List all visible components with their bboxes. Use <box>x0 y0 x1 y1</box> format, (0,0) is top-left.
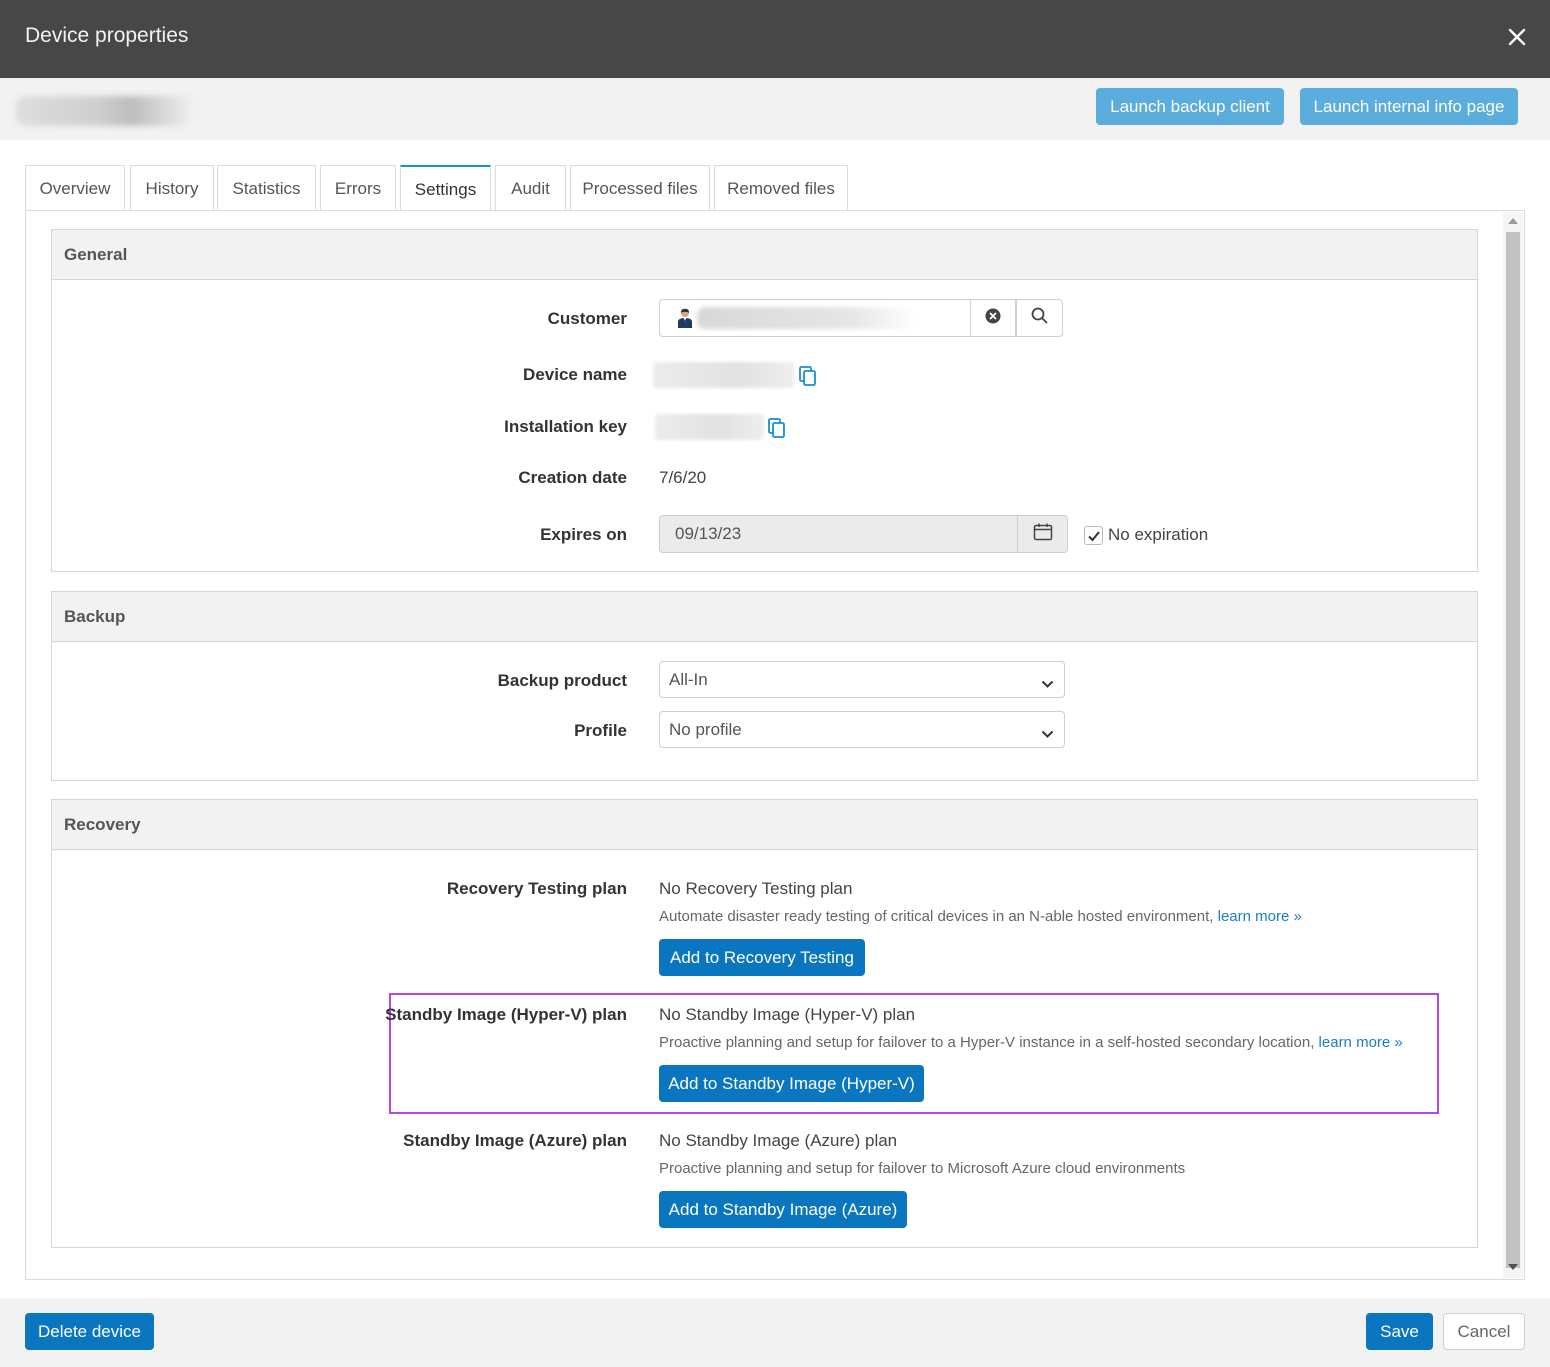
chevron-down-icon <box>1041 724 1054 744</box>
add-to-standby-azure-button[interactable]: Add to Standby Image (Azure) <box>659 1191 907 1228</box>
expires-on-input[interactable]: 09/13/23 <box>659 515 1018 553</box>
close-icon[interactable] <box>1503 23 1531 51</box>
checkmark-icon <box>1087 529 1101 548</box>
tab-settings[interactable]: Settings <box>400 165 491 212</box>
creation-date-value: 7/6/20 <box>659 468 707 487</box>
scrollbar[interactable] <box>1503 212 1523 1278</box>
tab-errors[interactable]: Errors <box>320 165 396 211</box>
cancel-button[interactable]: Cancel <box>1443 1313 1525 1350</box>
dialog-footer <box>0 1298 1550 1367</box>
scrollbar-thumb[interactable] <box>1506 232 1520 1268</box>
learn-more-link[interactable]: learn more » <box>1319 1034 1403 1051</box>
tab-removed-files[interactable]: Removed files <box>714 165 848 211</box>
launch-backup-client-button[interactable]: Launch backup client <box>1096 88 1284 125</box>
no-expiration-label: No expiration <box>1108 525 1209 544</box>
dialog-title: Device properties <box>25 24 189 47</box>
tab-processed-files[interactable]: Processed files <box>570 165 710 211</box>
title-bar: Device properties <box>0 0 1550 78</box>
recovery-testing-status: No Recovery Testing plan <box>659 879 853 898</box>
general-heading: General <box>52 230 1477 280</box>
chevron-down-icon <box>1041 674 1054 694</box>
profile-value: No profile <box>669 719 742 739</box>
azure-plan-description: Proactive planning and setup for failove… <box>659 1160 1186 1177</box>
add-to-standby-hyperv-button[interactable]: Add to Standby Image (Hyper-V) <box>659 1065 924 1102</box>
hyperv-plan-description-text: Proactive planning and setup for failove… <box>659 1034 1315 1051</box>
azure-plan-label: Standby Image (Azure) plan <box>403 1131 627 1150</box>
no-expiration-checkbox[interactable] <box>1084 526 1103 545</box>
user-icon <box>676 308 694 333</box>
installation-key-label: Installation key <box>504 417 627 436</box>
recovery-testing-description: Automate disaster ready testing of criti… <box>659 908 1302 925</box>
backup-product-value: All-In <box>669 669 708 689</box>
device-name-redacted <box>15 96 195 126</box>
recovery-testing-description-text: Automate disaster ready testing of criti… <box>659 908 1214 925</box>
tab-overview[interactable]: Overview <box>25 165 125 211</box>
search-customer-button[interactable] <box>1016 299 1063 337</box>
calendar-button[interactable] <box>1017 515 1068 553</box>
device-name-label: Device name <box>523 365 627 384</box>
copy-icon[interactable] <box>798 365 818 387</box>
tab-history[interactable]: History <box>130 165 214 211</box>
hyperv-plan-description: Proactive planning and setup for failove… <box>659 1034 1403 1051</box>
tab-statistics[interactable]: Statistics <box>217 165 316 211</box>
hyperv-plan-status: No Standby Image (Hyper-V) plan <box>659 1005 916 1024</box>
clear-icon <box>985 308 1001 329</box>
add-to-recovery-testing-button[interactable]: Add to Recovery Testing <box>659 939 865 976</box>
calendar-icon <box>1033 523 1053 546</box>
hyperv-plan-label: Standby Image (Hyper-V) plan <box>385 1005 627 1024</box>
save-button[interactable]: Save <box>1366 1313 1433 1350</box>
launch-internal-info-button[interactable]: Launch internal info page <box>1300 88 1518 125</box>
installation-key-value-redacted <box>655 414 764 440</box>
scroll-down-icon[interactable] <box>1508 1264 1518 1270</box>
expires-on-label: Expires on <box>540 525 627 544</box>
backup-product-select[interactable]: All-In <box>659 661 1065 698</box>
scroll-up-icon[interactable] <box>1508 218 1518 224</box>
azure-plan-status: No Standby Image (Azure) plan <box>659 1131 898 1150</box>
search-icon <box>1031 307 1048 329</box>
backup-product-label: Backup product <box>497 671 627 690</box>
copy-icon[interactable] <box>767 417 787 439</box>
customer-name-redacted <box>697 307 917 329</box>
delete-device-button[interactable]: Delete device <box>25 1313 154 1350</box>
recovery-testing-label: Recovery Testing plan <box>446 879 627 898</box>
creation-date-label: Creation date <box>518 468 627 487</box>
learn-more-link[interactable]: learn more » <box>1218 908 1302 925</box>
device-name-value-redacted <box>653 362 794 388</box>
tab-audit[interactable]: Audit <box>495 165 566 211</box>
clear-customer-button[interactable] <box>970 299 1016 337</box>
backup-heading: Backup <box>52 592 1477 642</box>
customer-label: Customer <box>547 309 627 328</box>
profile-select[interactable]: No profile <box>659 711 1065 748</box>
profile-label: Profile <box>574 721 627 740</box>
recovery-heading: Recovery <box>52 800 1477 850</box>
